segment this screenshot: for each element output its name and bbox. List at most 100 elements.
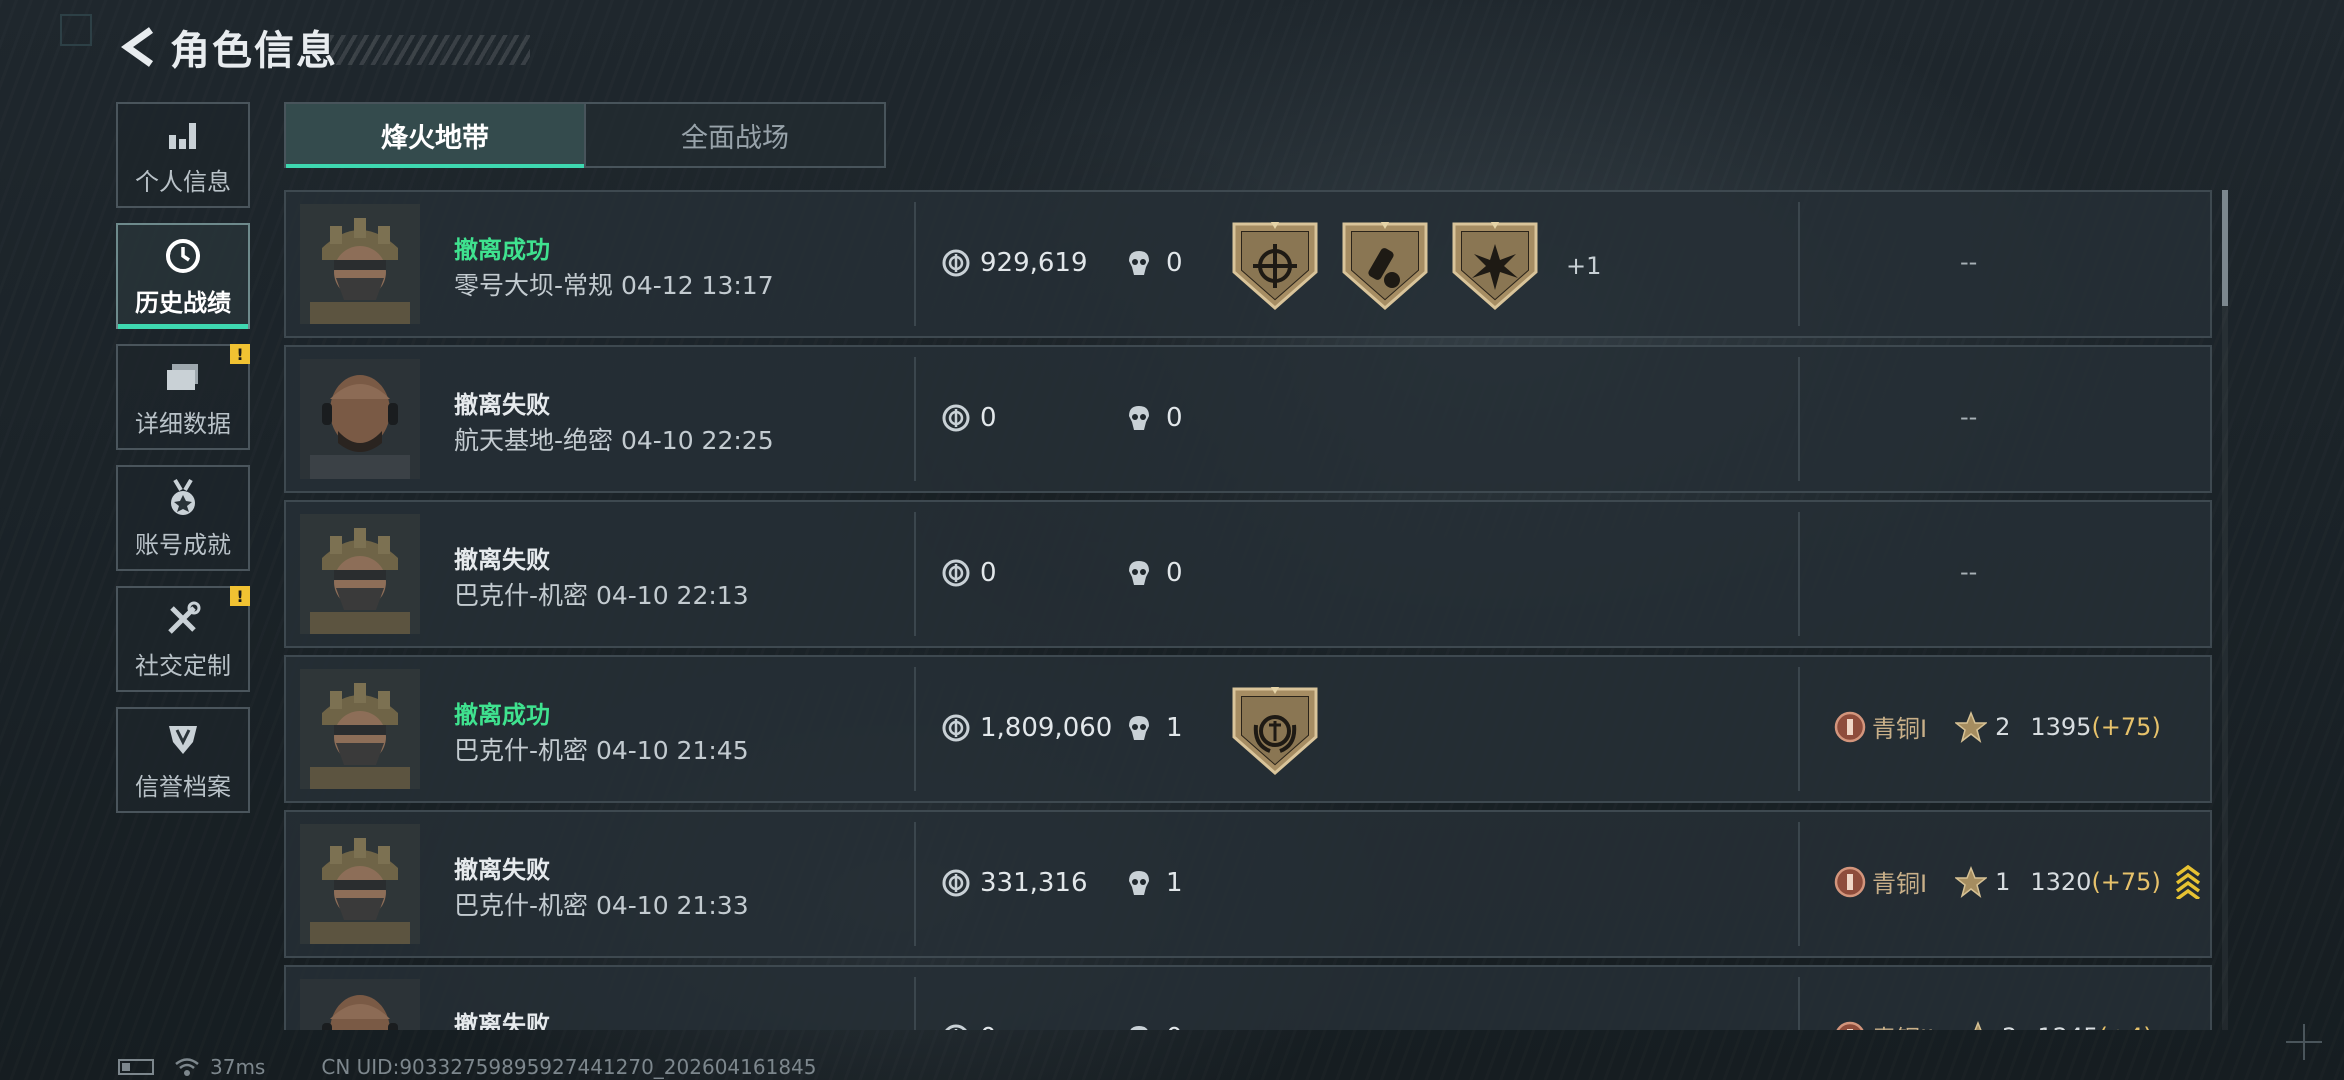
coin-icon bbox=[942, 559, 970, 587]
tab-1[interactable]: 全面战场 bbox=[584, 104, 884, 166]
tab-0[interactable]: 烽火地带 bbox=[286, 104, 584, 168]
star-icon bbox=[1974, 1020, 1982, 1030]
match-history-list[interactable]: 撤离成功 零号大坝-常规 04-12 13:17 929,619 0 +1 -- bbox=[284, 190, 2212, 1030]
back-arrow-icon bbox=[121, 27, 154, 67]
sidebar-item-2[interactable]: 详细数据! bbox=[116, 344, 250, 450]
operator-avatar bbox=[300, 514, 420, 634]
rank-change: 青铜I 2 1395 (+75) bbox=[1834, 709, 2161, 744]
page-title: 角色信息 bbox=[170, 28, 338, 74]
bandage-medal-icon[interactable] bbox=[1340, 220, 1430, 312]
back-button[interactable] bbox=[118, 24, 158, 70]
rank-stars: 2 bbox=[1995, 712, 2011, 741]
sidebar-item-1[interactable]: 历史战绩 bbox=[116, 223, 250, 329]
sidebar-item-4[interactable]: 社交定制! bbox=[116, 586, 250, 692]
match-row[interactable]: 撤离成功 零号大坝-常规 04-12 13:17 929,619 0 +1 -- bbox=[284, 190, 2212, 338]
sidebar-item-5[interactable]: 信誉档案 bbox=[116, 707, 250, 813]
more-medals-count[interactable]: +1 bbox=[1566, 252, 1601, 280]
sidebar-item-label: 个人信息 bbox=[135, 167, 231, 196]
match-row[interactable]: 撤离失败 0 0 青铜II 2 1245(+4) bbox=[284, 965, 2212, 1030]
loot-value: 331,316 bbox=[942, 868, 1088, 898]
map-and-time: 航天基地-绝密 04-10 22:25 bbox=[454, 426, 774, 455]
extraction-result: 撤离失败 bbox=[454, 856, 550, 884]
sidebar-item-0[interactable]: 个人信息 bbox=[116, 102, 250, 208]
extraction-result: 撤离失败 bbox=[454, 1011, 550, 1030]
match-row[interactable]: 撤离失败 巴克什-机密 04-10 21:33 331,316 1 青铜I 1 … bbox=[284, 810, 2212, 958]
rank-tier: 青铜II bbox=[1872, 1019, 1934, 1030]
row-divider bbox=[914, 202, 916, 326]
row-divider bbox=[1798, 977, 1800, 1030]
coin-wreath-medal-icon[interactable] bbox=[1230, 685, 1320, 777]
rank-delta: (+75) bbox=[2091, 712, 2161, 741]
kill-count: 1 bbox=[1126, 713, 1183, 743]
crosshair-icon bbox=[2286, 1024, 2322, 1060]
rank-tier: 青铜I bbox=[1872, 870, 1928, 898]
match-row[interactable]: 撤离成功 巴克什-机密 04-10 21:45 1,809,060 1 青铜I … bbox=[284, 655, 2212, 803]
scrollbar[interactable] bbox=[2222, 190, 2228, 1030]
operator-avatar bbox=[300, 824, 420, 944]
row-divider bbox=[1798, 357, 1800, 481]
tools-icon bbox=[162, 598, 204, 640]
skull-icon bbox=[1129, 561, 1149, 585]
row-divider bbox=[914, 667, 916, 791]
star-icon bbox=[1955, 865, 1988, 898]
loot-value: 0 bbox=[942, 403, 997, 433]
kill-count: 1 bbox=[1126, 868, 1183, 898]
title-decoration bbox=[330, 35, 530, 65]
row-divider bbox=[914, 357, 916, 481]
row-divider bbox=[914, 822, 916, 946]
kill-count: 0 bbox=[1126, 1023, 1183, 1030]
row-divider bbox=[1798, 667, 1800, 791]
target-medal-icon[interactable] bbox=[1230, 220, 1320, 312]
map-and-time: 巴克什-机密 04-10 21:33 bbox=[454, 891, 749, 920]
loot-value-text: 0 bbox=[980, 403, 997, 433]
achievement-medal-icon bbox=[162, 477, 204, 519]
rank-change: 青铜I 1 1320 (+75) bbox=[1834, 864, 2201, 899]
kill-count-text: 1 bbox=[1166, 713, 1183, 743]
corner-frame-mark bbox=[60, 14, 92, 46]
coin-icon bbox=[942, 869, 970, 897]
rank-up-chevron-icon bbox=[2175, 864, 2200, 899]
wifi-icon bbox=[175, 1058, 199, 1076]
kill-count-text: 1 bbox=[1166, 868, 1183, 898]
loot-value-text: 0 bbox=[980, 558, 997, 588]
rank-delta: (+4) bbox=[2099, 1023, 2153, 1031]
coin-icon bbox=[942, 249, 970, 277]
medal-list: +1 bbox=[1230, 220, 1601, 312]
loot-value: 0 bbox=[942, 1023, 997, 1030]
loot-value: 1,809,060 bbox=[942, 713, 1112, 743]
loot-value: 929,619 bbox=[942, 248, 1088, 278]
page-header: 角色信息 bbox=[118, 22, 530, 74]
explosion-medal-icon[interactable] bbox=[1450, 220, 1540, 312]
rank-score: 1320 bbox=[2030, 867, 2092, 896]
rank-score: 1395 bbox=[2030, 712, 2092, 741]
map-and-time: 巴克什-机密 04-10 21:45 bbox=[454, 736, 749, 765]
rank-score: 1245 bbox=[2037, 1023, 2098, 1031]
map-and-time: 零号大坝-常规 04-12 13:17 bbox=[454, 271, 774, 300]
sidebar-item-label: 信誉档案 bbox=[135, 772, 231, 801]
rank-empty: -- bbox=[1960, 248, 1978, 276]
rank-empty: -- bbox=[1960, 403, 1978, 431]
match-row[interactable]: 撤离失败 巴克什-机密 04-10 22:13 0 0 -- bbox=[284, 500, 2212, 648]
skull-icon bbox=[1129, 406, 1149, 430]
match-row[interactable]: 撤离失败 航天基地-绝密 04-10 22:25 0 0 -- bbox=[284, 345, 2212, 493]
loot-value-text: 331,316 bbox=[980, 868, 1088, 898]
extraction-result: 撤离失败 bbox=[454, 546, 550, 574]
sidebar-nav: 个人信息历史战绩详细数据! 账号成就社交定制! 信誉档案 bbox=[116, 102, 254, 828]
warning-badge-icon: ! bbox=[230, 344, 250, 364]
scrollbar-thumb[interactable] bbox=[2222, 190, 2228, 306]
bronze-rank-icon bbox=[1834, 866, 1866, 897]
sidebar-item-3[interactable]: 账号成就 bbox=[116, 465, 250, 571]
kill-count: 0 bbox=[1126, 558, 1183, 588]
skull-icon bbox=[1130, 1026, 1148, 1030]
sidebar-item-label: 历史战绩 bbox=[135, 288, 231, 317]
kill-count-text: 0 bbox=[1166, 1023, 1183, 1030]
coin-icon bbox=[942, 714, 970, 742]
loot-value-text: 929,619 bbox=[980, 248, 1088, 278]
folder-icon bbox=[162, 356, 204, 398]
rank-stars: 1 bbox=[1995, 867, 2011, 896]
loot-value: 0 bbox=[942, 558, 997, 588]
row-divider bbox=[1798, 202, 1800, 326]
uid-text: CN UID:9033275989592744​1270_20260416184… bbox=[321, 1055, 817, 1079]
kill-count-text: 0 bbox=[1166, 248, 1183, 278]
bronze-rank-icon bbox=[1834, 711, 1866, 742]
